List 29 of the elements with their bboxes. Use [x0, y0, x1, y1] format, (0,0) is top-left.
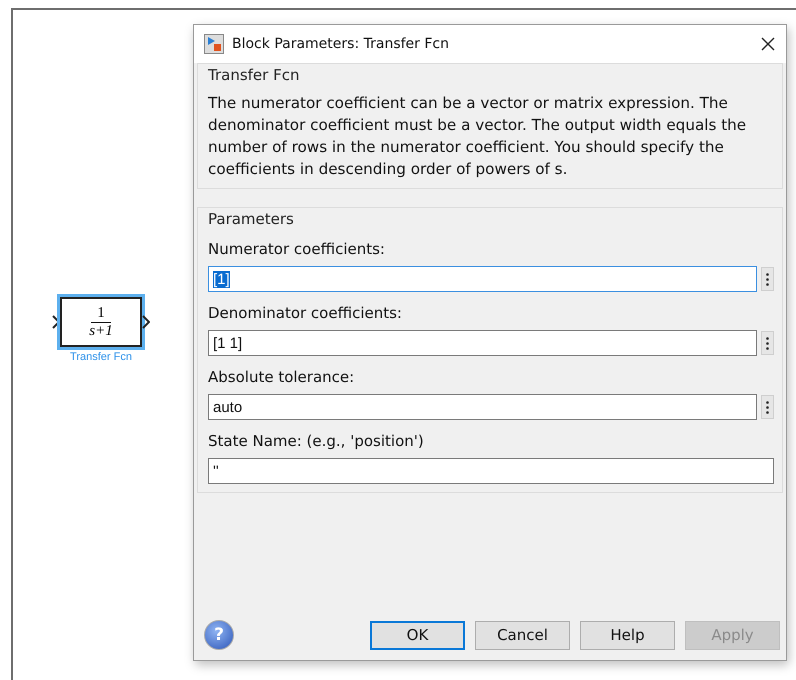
field-label: Denominator coefficients:: [208, 304, 403, 322]
dialog-button[interactable]: Cancel: [475, 620, 570, 650]
input-field[interactable]: auto: [208, 394, 757, 420]
transfer-function-block[interactable]: 1 s+1: [60, 297, 142, 347]
input-field[interactable]: [1]: [208, 266, 757, 292]
group-title: Parameters: [208, 210, 295, 228]
field-label: Absolute tolerance:: [208, 368, 356, 386]
numerator-text: 1: [91, 304, 111, 322]
input-port-icon: [52, 315, 60, 329]
output-port-icon: [142, 315, 150, 329]
group-title: Transfer Fcn: [208, 66, 300, 84]
block-app-icon: [204, 34, 224, 54]
vertical-dots-icon: [766, 272, 769, 286]
input-field[interactable]: '': [208, 458, 774, 484]
field-label: Numerator coefficients:: [208, 240, 386, 258]
more-options-button[interactable]: [761, 395, 774, 419]
block-label: Transfer Fcn: [70, 351, 132, 363]
denominator-text: s+1: [89, 322, 113, 340]
dialog-button[interactable]: OK: [370, 620, 465, 650]
window-title: Block Parameters: Transfer Fcn: [232, 36, 450, 52]
vertical-dots-icon: [766, 336, 769, 350]
field-label: State Name: (e.g., 'position'): [208, 432, 425, 450]
more-options-button[interactable]: [761, 267, 774, 291]
more-options-button[interactable]: [761, 331, 774, 355]
close-icon[interactable]: [760, 36, 776, 52]
dialog-button[interactable]: Help: [580, 620, 675, 650]
vertical-dots-icon: [766, 400, 769, 414]
description-text: The numerator coefficient can be a vector or matrix expression. The denominator coefficient must be a vector. The output width equals the number of rows in the numerator coefficient. You should specify the coefficients in descending order of powers of s.: [208, 93, 748, 180]
input-field[interactable]: [1 1]: [208, 330, 757, 356]
